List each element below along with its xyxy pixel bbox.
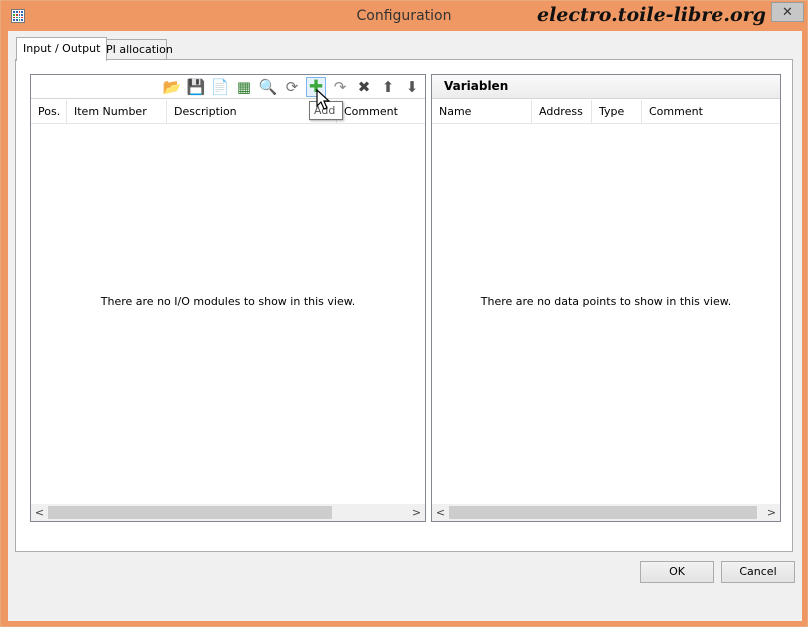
io-horizontal-scrollbar[interactable]: < > [31, 504, 425, 521]
tab-pi-allocation[interactable]: PI allocation [100, 39, 173, 60]
document-icon[interactable]: 📄 [210, 77, 230, 97]
column-header-name[interactable]: Name [432, 100, 532, 124]
column-header-var-comment[interactable]: Comment [642, 100, 780, 124]
save-icon[interactable]: 💾 [186, 77, 206, 97]
io-toolbar: 📂 💾 📄 ▦ 🔍 ⟳ ✚ ↷ ✖ ⬆ ⬇ [31, 75, 425, 99]
refresh-icon[interactable]: ⟳ [282, 77, 302, 97]
variables-header: Variablen [432, 75, 780, 99]
scroll-right-icon[interactable]: > [763, 504, 780, 521]
mouse-cursor-icon [316, 89, 330, 110]
configuration-window: Configuration electro.toile-libre.org ✕ … [0, 0, 808, 627]
column-header-item-number[interactable]: Item Number [67, 100, 167, 124]
move-down-icon[interactable]: ⬇ [402, 77, 422, 97]
move-up-icon[interactable]: ⬆ [378, 77, 398, 97]
delete-icon[interactable]: ✖ [354, 77, 374, 97]
io-column-headers: Pos. Item Number Description Comment [31, 100, 425, 124]
watermark: electro.toile-libre.org [537, 4, 766, 26]
cancel-button[interactable]: Cancel [721, 561, 795, 583]
variables-pane: Variablen Name Address Type Comment Ther… [431, 74, 781, 522]
module-grid-icon[interactable]: ▦ [234, 77, 254, 97]
scroll-thumb[interactable] [48, 506, 332, 519]
scroll-left-icon[interactable]: < [31, 504, 48, 521]
open-folder-icon[interactable]: 📂 [162, 77, 182, 97]
io-modules-pane: 📂 💾 📄 ▦ 🔍 ⟳ ✚ ↷ ✖ ⬆ ⬇ Pos. Item Number D… [30, 74, 426, 522]
variables-horizontal-scrollbar[interactable]: < > [432, 504, 780, 521]
variables-column-headers: Name Address Type Comment [432, 100, 780, 124]
column-header-comment[interactable]: Comment [337, 100, 425, 124]
close-button[interactable]: ✕ [771, 2, 804, 22]
scroll-left-icon[interactable]: < [432, 504, 449, 521]
column-header-type[interactable]: Type [592, 100, 642, 124]
tab-panel: 📂 💾 📄 ▦ 🔍 ⟳ ✚ ↷ ✖ ⬆ ⬇ Pos. Item Number D… [15, 59, 793, 552]
variables-empty-message: There are no data points to show in this… [480, 295, 732, 308]
scroll-right-icon[interactable]: > [408, 504, 425, 521]
search-icon[interactable]: 🔍 [258, 77, 278, 97]
redo-icon[interactable]: ↷ [330, 77, 350, 97]
scroll-thumb[interactable] [449, 506, 757, 519]
column-header-address[interactable]: Address [532, 100, 592, 124]
dialog-client: Input / Output PI allocation 📂 💾 📄 ▦ 🔍 ⟳… [8, 31, 802, 621]
io-empty-message: There are no I/O modules to show in this… [100, 295, 356, 308]
variables-title: Variablen [444, 79, 509, 93]
ok-button[interactable]: OK [640, 561, 714, 583]
title-bar[interactable]: Configuration electro.toile-libre.org ✕ [1, 1, 807, 31]
tab-input-output[interactable]: Input / Output [16, 37, 108, 61]
column-header-pos[interactable]: Pos. [31, 100, 67, 124]
